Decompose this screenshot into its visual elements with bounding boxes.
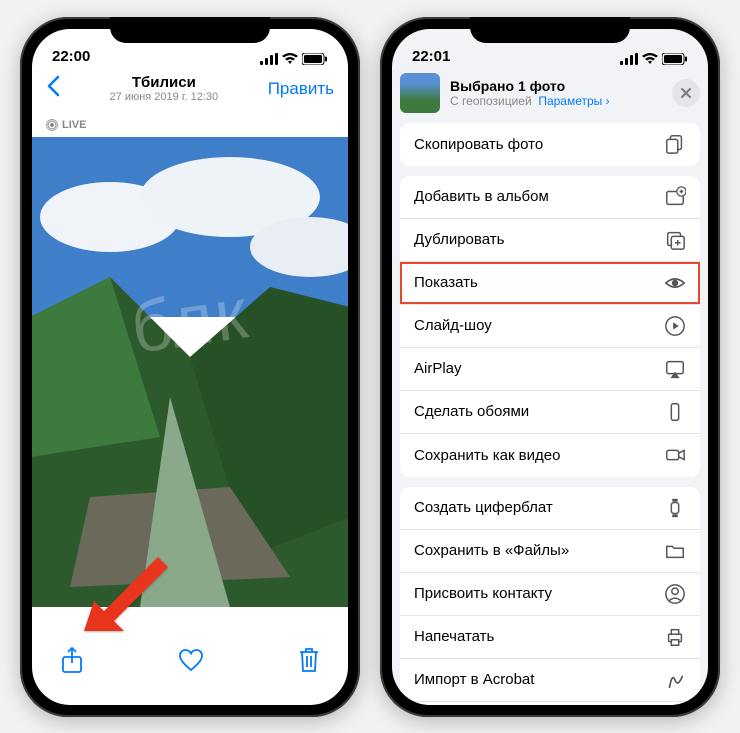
action-label: Добавить в альбом — [414, 188, 549, 205]
screen-left: 22:00 Тбилиси 27 июня 2019 г. 12:30 Прав… — [32, 29, 348, 705]
eye-icon — [664, 272, 686, 294]
copy-icon — [664, 133, 686, 155]
status-time: 22:01 — [412, 48, 450, 65]
action-label: Сохранить как видео — [414, 447, 560, 464]
nav-bar: Тбилиси 27 июня 2019 г. 12:30 Править — [32, 67, 348, 111]
share-sheet-header: Выбрано 1 фото С геопозицией Параметры › — [400, 73, 700, 113]
action-video[interactable]: Сохранить как видео — [400, 434, 700, 477]
action-group-2: Добавить в альбом Дублировать Показать Слай… — [400, 176, 700, 477]
wifi-icon — [282, 53, 298, 65]
heart-icon — [178, 648, 204, 672]
acrobat-icon — [664, 669, 686, 691]
signal-icon — [260, 53, 278, 65]
chevron-left-icon — [46, 75, 60, 97]
wifi-icon — [642, 53, 658, 65]
battery-icon — [662, 53, 688, 65]
action-print[interactable]: Напечатать — [400, 616, 700, 659]
action-group-1: Скопировать фото — [400, 123, 700, 166]
live-icon — [46, 119, 58, 131]
share-button[interactable] — [60, 646, 84, 679]
album-add-icon — [664, 186, 686, 208]
favorite-button[interactable] — [178, 648, 204, 677]
share-icon — [60, 646, 84, 674]
selection-thumbnail — [400, 73, 440, 113]
action-wallpaper[interactable]: Сделать обоями — [400, 391, 700, 434]
action-folder[interactable]: Сохранить в «Файлы» — [400, 530, 700, 573]
action-play[interactable]: Слайд-шоу — [400, 305, 700, 348]
action-label: Дублировать — [414, 231, 504, 248]
phone-left: 22:00 Тбилиси 27 июня 2019 г. 12:30 Прав… — [20, 17, 360, 717]
close-icon — [680, 87, 692, 99]
nav-title: Тбилиси — [60, 74, 268, 91]
action-label: Присвоить контакту — [414, 585, 552, 602]
wallpaper-icon — [664, 401, 686, 423]
airplay-icon — [664, 358, 686, 380]
battery-icon — [302, 53, 328, 65]
action-label: Слайд-шоу — [414, 317, 492, 334]
action-label: Скопировать фото — [414, 136, 543, 153]
action-label: Показать — [414, 274, 478, 291]
back-button[interactable] — [46, 75, 60, 102]
notch — [470, 17, 630, 43]
toolbar — [32, 637, 348, 705]
watch-icon — [664, 497, 686, 519]
action-contact[interactable]: Присвоить контакту — [400, 573, 700, 616]
action-label: Импорт в Acrobat — [414, 671, 534, 688]
action-duplicate[interactable]: Дублировать — [400, 219, 700, 262]
status-icons — [620, 53, 688, 65]
status-time: 22:00 — [52, 48, 90, 65]
live-badge: LIVE — [46, 119, 86, 131]
photo-image — [32, 137, 348, 607]
action-eye[interactable]: Показать — [400, 262, 700, 305]
action-label: Напечатать — [414, 628, 494, 645]
action-label: AirPlay — [414, 360, 462, 377]
phone-right: 22:01 Выбрано 1 фото С геопозицией Парам… — [380, 17, 720, 717]
play-icon — [664, 315, 686, 337]
folder-icon — [664, 540, 686, 562]
nav-center: Тбилиси 27 июня 2019 г. 12:30 — [60, 74, 268, 103]
edit-button[interactable]: Править — [268, 79, 334, 99]
action-airplay[interactable]: AirPlay — [400, 348, 700, 391]
video-icon — [664, 444, 686, 466]
screen-right: 22:01 Выбрано 1 фото С геопозицией Парам… — [392, 29, 708, 705]
status-icons — [260, 53, 328, 65]
nav-subtitle: 27 июня 2019 г. 12:30 — [60, 91, 268, 103]
signal-icon — [620, 53, 638, 65]
action-vsco[interactable]: Import to VSCO — [400, 702, 700, 705]
selection-title: Выбрано 1 фото — [450, 78, 662, 94]
action-label: Сохранить в «Файлы» — [414, 542, 569, 559]
action-album-add[interactable]: Добавить в альбом — [400, 176, 700, 219]
action-group-3: Создать циферблат Сохранить в «Файлы» Прис… — [400, 487, 700, 705]
contact-icon — [664, 583, 686, 605]
action-label: Создать циферблат — [414, 499, 553, 516]
print-icon — [664, 626, 686, 648]
action-copy[interactable]: Скопировать фото — [400, 123, 700, 166]
delete-button[interactable] — [298, 647, 320, 678]
duplicate-icon — [664, 229, 686, 251]
trash-icon — [298, 647, 320, 673]
selection-subtitle[interactable]: С геопозицией Параметры › — [450, 94, 662, 108]
action-watch[interactable]: Создать циферблат — [400, 487, 700, 530]
action-acrobat[interactable]: Импорт в Acrobat — [400, 659, 700, 702]
close-button[interactable] — [672, 79, 700, 107]
notch — [110, 17, 270, 43]
photo-area[interactable]: LIVE блк — [32, 111, 348, 612]
action-label: Сделать обоями — [414, 403, 529, 420]
